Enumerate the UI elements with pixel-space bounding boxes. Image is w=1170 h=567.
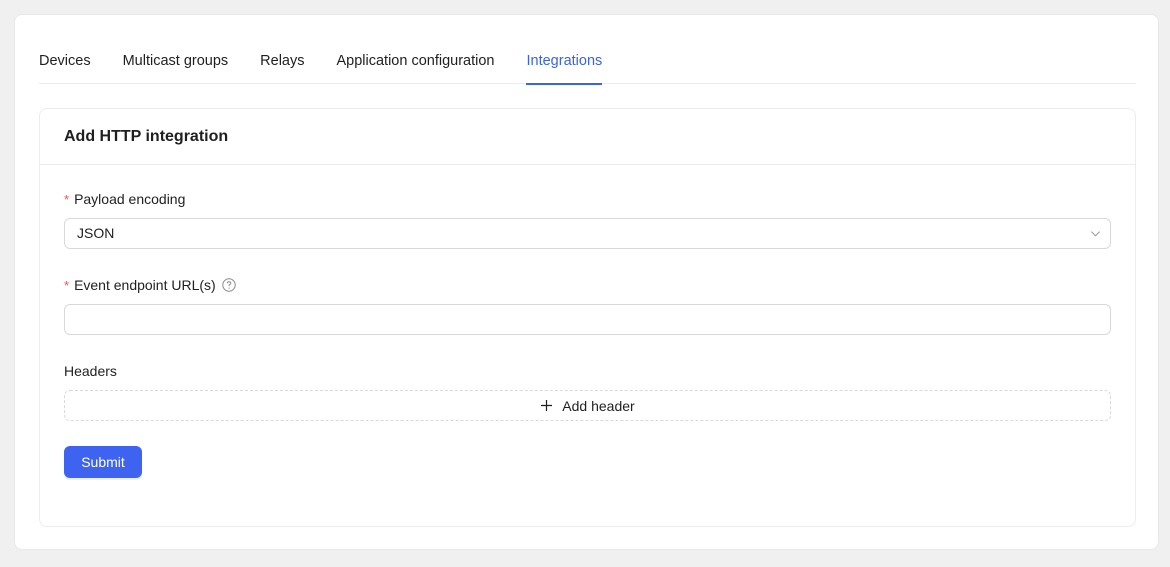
required-mark: * xyxy=(64,191,70,207)
chevron-down-icon xyxy=(1091,231,1100,237)
event-endpoint-input[interactable] xyxy=(64,304,1111,335)
question-circle-icon[interactable] xyxy=(222,278,236,292)
integration-card: Add HTTP integration * Payload encoding … xyxy=(39,108,1136,527)
payload-encoding-value: JSON xyxy=(77,225,115,241)
payload-encoding-label: * Payload encoding xyxy=(64,191,185,207)
event-endpoint-label: * Event endpoint URL(s) xyxy=(64,277,236,293)
card-header: Add HTTP integration xyxy=(40,109,1135,165)
add-header-button[interactable]: Add header xyxy=(64,390,1111,421)
add-header-label: Add header xyxy=(562,397,635,414)
tab-multicast-groups[interactable]: Multicast groups xyxy=(123,43,229,84)
plus-icon xyxy=(541,400,553,411)
headers-label-text: Headers xyxy=(64,363,117,379)
tab-application-configuration[interactable]: Application configuration xyxy=(336,43,494,84)
page-container: Devices Multicast groups Relays Applicat… xyxy=(14,14,1159,550)
submit-button[interactable]: Submit xyxy=(64,446,142,478)
tab-relays[interactable]: Relays xyxy=(260,43,304,84)
headers-label: Headers xyxy=(64,363,117,379)
payload-encoding-select[interactable]: JSON xyxy=(64,218,1111,249)
card-title: Add HTTP integration xyxy=(64,127,229,145)
payload-encoding-label-text: Payload encoding xyxy=(74,191,186,207)
tab-devices[interactable]: Devices xyxy=(39,43,91,84)
tab-integrations[interactable]: Integrations xyxy=(526,43,602,85)
required-mark: * xyxy=(64,277,70,293)
event-endpoint-label-text: Event endpoint URL(s) xyxy=(74,277,216,293)
tab-bar: Devices Multicast groups Relays Applicat… xyxy=(39,43,1136,85)
